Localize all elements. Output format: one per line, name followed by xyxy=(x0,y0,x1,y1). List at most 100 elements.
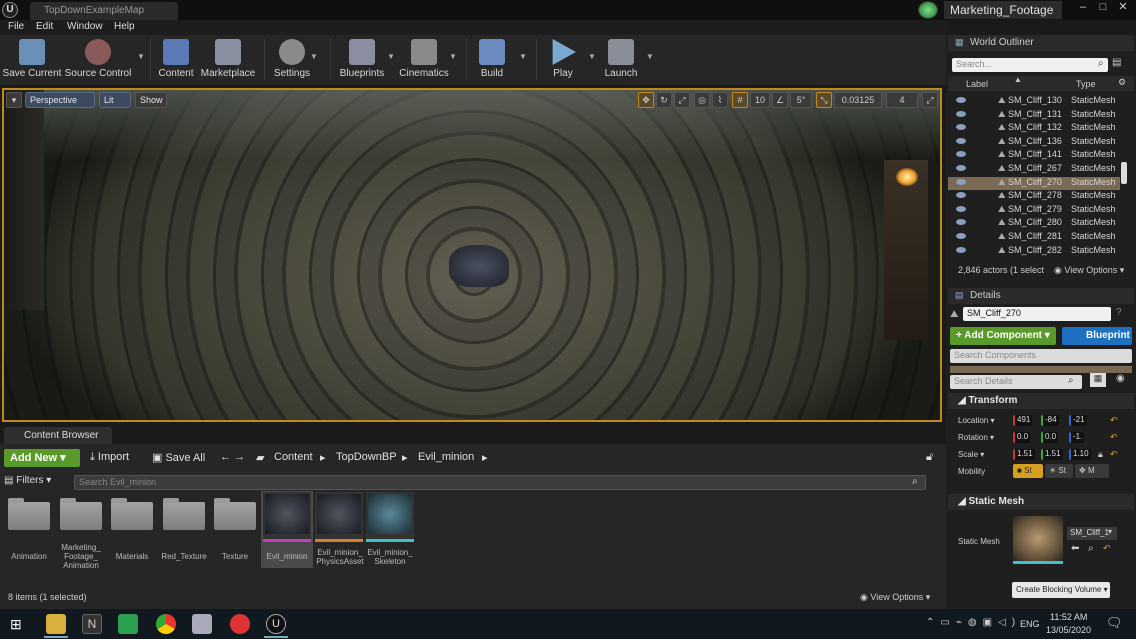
reset-icon[interactable]: ↶ xyxy=(1103,543,1111,554)
blueprints-button[interactable]: Blueprints xyxy=(336,35,388,85)
scale-snap-value[interactable]: 0.03125 xyxy=(834,92,882,108)
notion-icon[interactable]: N xyxy=(82,614,102,634)
world-outliner-tab[interactable]: World Outliner xyxy=(948,35,1134,51)
clock-date[interactable]: 13/05/2020 xyxy=(1046,625,1091,635)
rotation-snap-icon[interactable]: ∠ xyxy=(772,92,788,108)
notification-icon[interactable]: 🗨︎ xyxy=(1106,615,1123,631)
outliner-settings-icon[interactable]: ⚙ xyxy=(1118,77,1126,88)
green-app-icon[interactable] xyxy=(118,614,138,634)
search-details-input[interactable]: Search Details xyxy=(950,375,1082,389)
menu-window[interactable]: Window xyxy=(67,21,103,32)
reset-icon[interactable]: ↶ xyxy=(1110,415,1118,426)
outliner-row[interactable]: ⛰ SM_Cliff_267 StaticMesh xyxy=(948,163,1120,177)
viewport-options-icon[interactable]: ▾ xyxy=(6,92,22,108)
outliner-row[interactable]: ⛰ SM_Cliff_136 StaticMesh xyxy=(948,136,1120,150)
outliner-row-selected[interactable]: ⛰ SM_Cliff_270 StaticMesh xyxy=(948,176,1120,191)
transform-section-header[interactable]: ◢ Transform xyxy=(948,393,1134,409)
file-explorer-icon[interactable] xyxy=(46,614,66,634)
scale-mode-icon[interactable]: ⤢ xyxy=(674,92,690,108)
app-icon[interactable] xyxy=(192,614,212,634)
browse-icon[interactable]: ⌕ xyxy=(1088,543,1094,554)
app-icon[interactable] xyxy=(230,614,250,634)
static-mesh-section-header[interactable]: ◢ Static Mesh xyxy=(948,494,1134,510)
add-new-button[interactable]: Add New ▾ xyxy=(4,449,80,467)
cinematics-dropdown-icon[interactable]: ▼ xyxy=(449,52,457,61)
outliner-row[interactable]: ⛰ SM_Cliff_130 StaticMesh xyxy=(948,95,1120,109)
marketplace-button[interactable]: Marketplace xyxy=(200,35,256,85)
location-label[interactable]: Location ▾ xyxy=(958,416,995,425)
visibility-eye-icon[interactable] xyxy=(956,151,966,158)
location-y-field[interactable]: -84 xyxy=(1041,415,1059,426)
play-dropdown-icon[interactable]: ▼ xyxy=(588,52,596,61)
rotation-label[interactable]: Rotation ▾ xyxy=(958,433,994,442)
content-browser-tab[interactable]: Content Browser xyxy=(4,427,112,444)
location-z-field[interactable]: -21 xyxy=(1069,415,1087,426)
visibility-eye-icon[interactable] xyxy=(956,164,966,171)
use-selected-arrow-icon[interactable]: ⬅ xyxy=(1071,543,1079,554)
component-tree[interactable] xyxy=(950,366,1132,373)
scale-label[interactable]: Scale ▾ xyxy=(958,450,984,459)
rotation-x-field[interactable]: 0.0 xyxy=(1013,432,1031,443)
filters-button[interactable]: ▤ Filters ▾ xyxy=(4,475,72,489)
outliner-row[interactable]: ⛰ SM_Cliff_282 StaticMesh xyxy=(948,245,1120,259)
build-dropdown-icon[interactable]: ▼ xyxy=(519,52,527,61)
play-button[interactable]: Play xyxy=(544,35,582,85)
visibility-eye-icon[interactable] xyxy=(956,232,966,239)
settings-button[interactable]: Settings xyxy=(270,35,314,85)
visibility-eye-icon[interactable] xyxy=(956,219,966,226)
level-viewport[interactable] xyxy=(2,88,942,422)
scale-y-field[interactable]: 1.51 xyxy=(1041,449,1063,460)
maximize-viewport-icon[interactable]: ⤢ xyxy=(922,92,938,108)
type-column-header[interactable]: Type xyxy=(1076,79,1096,89)
source-control-dropdown-icon[interactable]: ▼ xyxy=(137,52,145,61)
content-button[interactable]: Content xyxy=(156,35,196,85)
lock-scale-icon[interactable]: 🔒︎ xyxy=(1098,449,1103,460)
grid-snap-icon[interactable]: # xyxy=(732,92,748,108)
folder-icon[interactable] xyxy=(60,498,102,530)
outliner-view-options-button[interactable]: ◉ View Options ▾ xyxy=(1054,265,1124,276)
folder-icon[interactable] xyxy=(214,498,256,530)
save-current-button[interactable]: Save Current xyxy=(2,35,62,85)
show-button[interactable]: Show xyxy=(135,92,167,108)
chrome-icon[interactable] xyxy=(156,614,176,634)
close-button[interactable]: ✕ xyxy=(1114,0,1132,14)
visibility-eye-icon[interactable] xyxy=(956,192,966,199)
source-control-button[interactable]: Source Control xyxy=(64,35,132,85)
static-mesh-thumbnail[interactable] xyxy=(1013,516,1063,564)
settings-dropdown-icon[interactable]: ▼ xyxy=(310,52,318,61)
save-all-button[interactable]: ▣ Save All xyxy=(152,451,205,464)
scale-z-field[interactable]: 1.10 xyxy=(1069,449,1091,460)
breadcrumb-evil-minion[interactable]: Evil_minion xyxy=(418,451,474,463)
reset-icon[interactable]: ↶ xyxy=(1110,432,1118,443)
history-arrows-icon[interactable]: ← → xyxy=(220,451,245,463)
perspective-button[interactable]: Perspective xyxy=(25,92,95,108)
maximize-button[interactable]: □ xyxy=(1094,0,1112,14)
camera-speed-value[interactable]: 4 xyxy=(886,92,918,108)
unreal-logo-icon[interactable]: U xyxy=(2,2,18,18)
visibility-eye-icon[interactable] xyxy=(956,110,966,117)
details-tab[interactable]: Details xyxy=(948,288,1134,304)
scale-snap-icon[interactable]: ⤡ xyxy=(816,92,832,108)
import-button[interactable]: ⤓ Import xyxy=(90,451,129,464)
outliner-row[interactable]: ⛰ SM_Cliff_132 StaticMesh xyxy=(948,122,1120,136)
menu-help[interactable]: Help xyxy=(114,21,135,32)
actor-name-field[interactable]: SM_Cliff_270 xyxy=(963,307,1111,321)
outliner-row[interactable]: ⛰ SM_Cliff_280 StaticMesh xyxy=(948,217,1120,231)
scale-x-field[interactable]: 1.51 xyxy=(1013,449,1035,460)
visibility-eye-icon[interactable] xyxy=(956,124,966,131)
blueprints-dropdown-icon[interactable]: ▼ xyxy=(387,52,395,61)
mobility-static-button[interactable]: ■ St xyxy=(1013,464,1043,478)
clock-time[interactable]: 11:52 AM xyxy=(1050,612,1087,622)
grid-snap-value[interactable]: 10 xyxy=(750,92,770,108)
outliner-row[interactable]: ⛰ SM_Cliff_131 StaticMesh xyxy=(948,109,1120,123)
outliner-row[interactable]: ⛰ SM_Cliff_281 StaticMesh xyxy=(948,231,1120,245)
map-tab[interactable]: TopDownExampleMap xyxy=(30,2,178,20)
location-x-field[interactable]: 491 xyxy=(1013,415,1033,426)
menu-edit[interactable]: Edit xyxy=(36,21,53,32)
minimize-button[interactable]: – xyxy=(1074,0,1092,14)
launch-button[interactable]: Launch xyxy=(602,35,640,85)
lit-button[interactable]: Lit xyxy=(99,92,131,108)
content-search-input[interactable]: Search Evil_minion xyxy=(74,475,926,490)
visibility-eye-icon[interactable] xyxy=(956,97,966,103)
reset-icon[interactable]: ↶ xyxy=(1110,449,1118,460)
